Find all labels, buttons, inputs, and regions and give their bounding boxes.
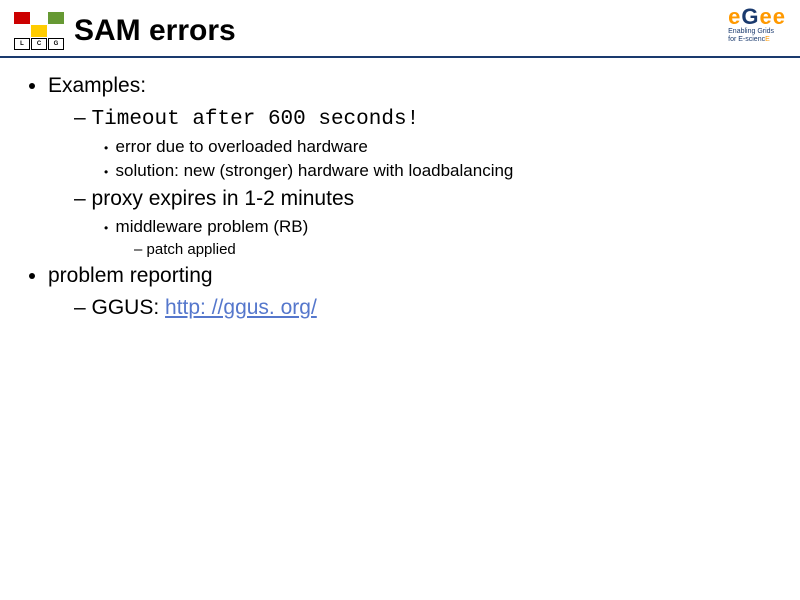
bullet-examples: Examples: Timeout after 600 seconds! err…	[48, 74, 780, 258]
slide-body: Examples: Timeout after 600 seconds! err…	[0, 58, 800, 320]
bullet-middleware: middleware problem (RB) patch applied	[104, 217, 780, 258]
bullet-problem-reporting: problem reporting GGUS: http: //ggus. or…	[48, 264, 780, 320]
egee-logo-sub: Enabling Grids for E-sciencE	[728, 28, 786, 43]
bullet-text: GGUS:	[92, 296, 166, 319]
bullet-timeout: Timeout after 600 seconds! error due to …	[74, 106, 780, 181]
lcg-letter: L	[14, 38, 30, 50]
bullet-text: problem reporting	[48, 264, 213, 287]
ggus-link[interactable]: http: //ggus. org/	[165, 296, 317, 319]
bullet-text: error due to overloaded hardware	[116, 137, 368, 156]
egee-logo-main: eGee	[728, 6, 786, 28]
bullet-error-hw: error due to overloaded hardware	[104, 137, 780, 157]
bullet-proxy: proxy expires in 1-2 minutes middleware …	[74, 187, 780, 258]
bullet-text: Timeout after 600 seconds!	[92, 108, 420, 131]
lcg-letter: G	[48, 38, 64, 50]
bullet-text: middleware problem (RB)	[116, 217, 309, 236]
bullet-text: Examples:	[48, 74, 146, 97]
egee-logo: eGee Enabling Grids for E-sciencE	[728, 6, 786, 43]
bullet-text: patch applied	[147, 241, 236, 258]
bullet-text: proxy expires in 1-2 minutes	[92, 187, 355, 210]
bullet-text: solution: new (stronger) hardware with l…	[116, 161, 514, 180]
lcg-logo: L C G	[14, 12, 64, 50]
lcg-letter: C	[31, 38, 47, 50]
bullet-solution-hw: solution: new (stronger) hardware with l…	[104, 161, 780, 181]
bullet-ggus: GGUS: http: //ggus. org/	[74, 296, 780, 320]
slide-header: L C G SAM errors eGee Enabling Grids for…	[0, 0, 800, 58]
bullet-patch: patch applied	[134, 241, 780, 258]
slide-title: SAM errors	[74, 14, 236, 48]
